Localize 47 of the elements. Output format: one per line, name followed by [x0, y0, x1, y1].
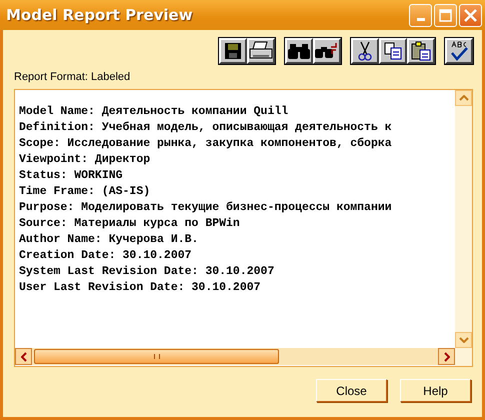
report-line: Definition: Учебная модель, описывающая деятельность к: [19, 120, 393, 136]
close-dialog-button[interactable]: Close: [316, 379, 387, 402]
clipboard-icon: [411, 41, 431, 61]
scroll-right-button[interactable]: [438, 348, 455, 365]
copy-button[interactable]: [379, 38, 407, 64]
scroll-left-button[interactable]: [15, 348, 32, 365]
replace-button[interactable]: [313, 38, 341, 64]
window-title: Model Report Preview: [6, 6, 193, 24]
paste-button[interactable]: [407, 38, 435, 64]
chevron-left-icon: [20, 352, 26, 362]
report-line: System Last Revision Date: 30.10.2007: [19, 264, 276, 280]
save-button[interactable]: [219, 38, 247, 64]
minimize-icon: [416, 18, 424, 20]
report-line: Purpose: Моделировать текущие бизнес-процессы компании: [19, 200, 393, 216]
report-line: Viewpoint: Директор: [19, 152, 152, 168]
report-line: Source: Материалы курса по BPWin: [19, 216, 241, 232]
cut-button[interactable]: [351, 38, 379, 64]
report-line: Author Name: Кучерова И.В.: [19, 232, 200, 248]
binoculars-arrows-icon: [315, 41, 339, 61]
copy-icon: [384, 42, 402, 60]
report-line: User Last Revision Date: 30.10.2007: [19, 280, 262, 296]
horizontal-scrollbar[interactable]: [15, 348, 455, 365]
report-line: Scope: Исследование рынка, закупка компонентов, сборка: [19, 136, 393, 152]
chevron-down-icon: [458, 337, 468, 343]
scroll-down-button[interactable]: [455, 332, 472, 348]
maximize-button[interactable]: [434, 4, 457, 26]
scroll-up-button[interactable]: [455, 90, 472, 106]
minimize-button[interactable]: [409, 4, 432, 26]
report-text-area[interactable]: [14, 89, 473, 367]
print-button[interactable]: [247, 38, 275, 64]
find-button[interactable]: [285, 38, 313, 64]
spell-check-icon: [449, 41, 469, 61]
chevron-up-icon: [458, 95, 468, 101]
close-button[interactable]: [459, 4, 482, 26]
vertical-scrollbar[interactable]: [455, 90, 472, 366]
printer-icon: [249, 41, 273, 61]
chevron-right-icon: [444, 352, 450, 362]
scissors-icon: [358, 41, 372, 61]
report-line: Model Name: Деятельность компании Quill: [19, 104, 290, 120]
report-format-label: Report Format: Labeled: [14, 71, 132, 83]
spell-check-button[interactable]: [445, 38, 473, 64]
help-button[interactable]: Help: [400, 379, 471, 402]
scrollbar-thumb[interactable]: [34, 349, 280, 364]
report-line: Creation Date: 30.10.2007: [19, 248, 193, 264]
report-line: Status: WORKING: [19, 168, 124, 184]
report-line: Time Frame: (AS-IS): [19, 184, 152, 200]
binoculars-icon: [288, 42, 310, 60]
